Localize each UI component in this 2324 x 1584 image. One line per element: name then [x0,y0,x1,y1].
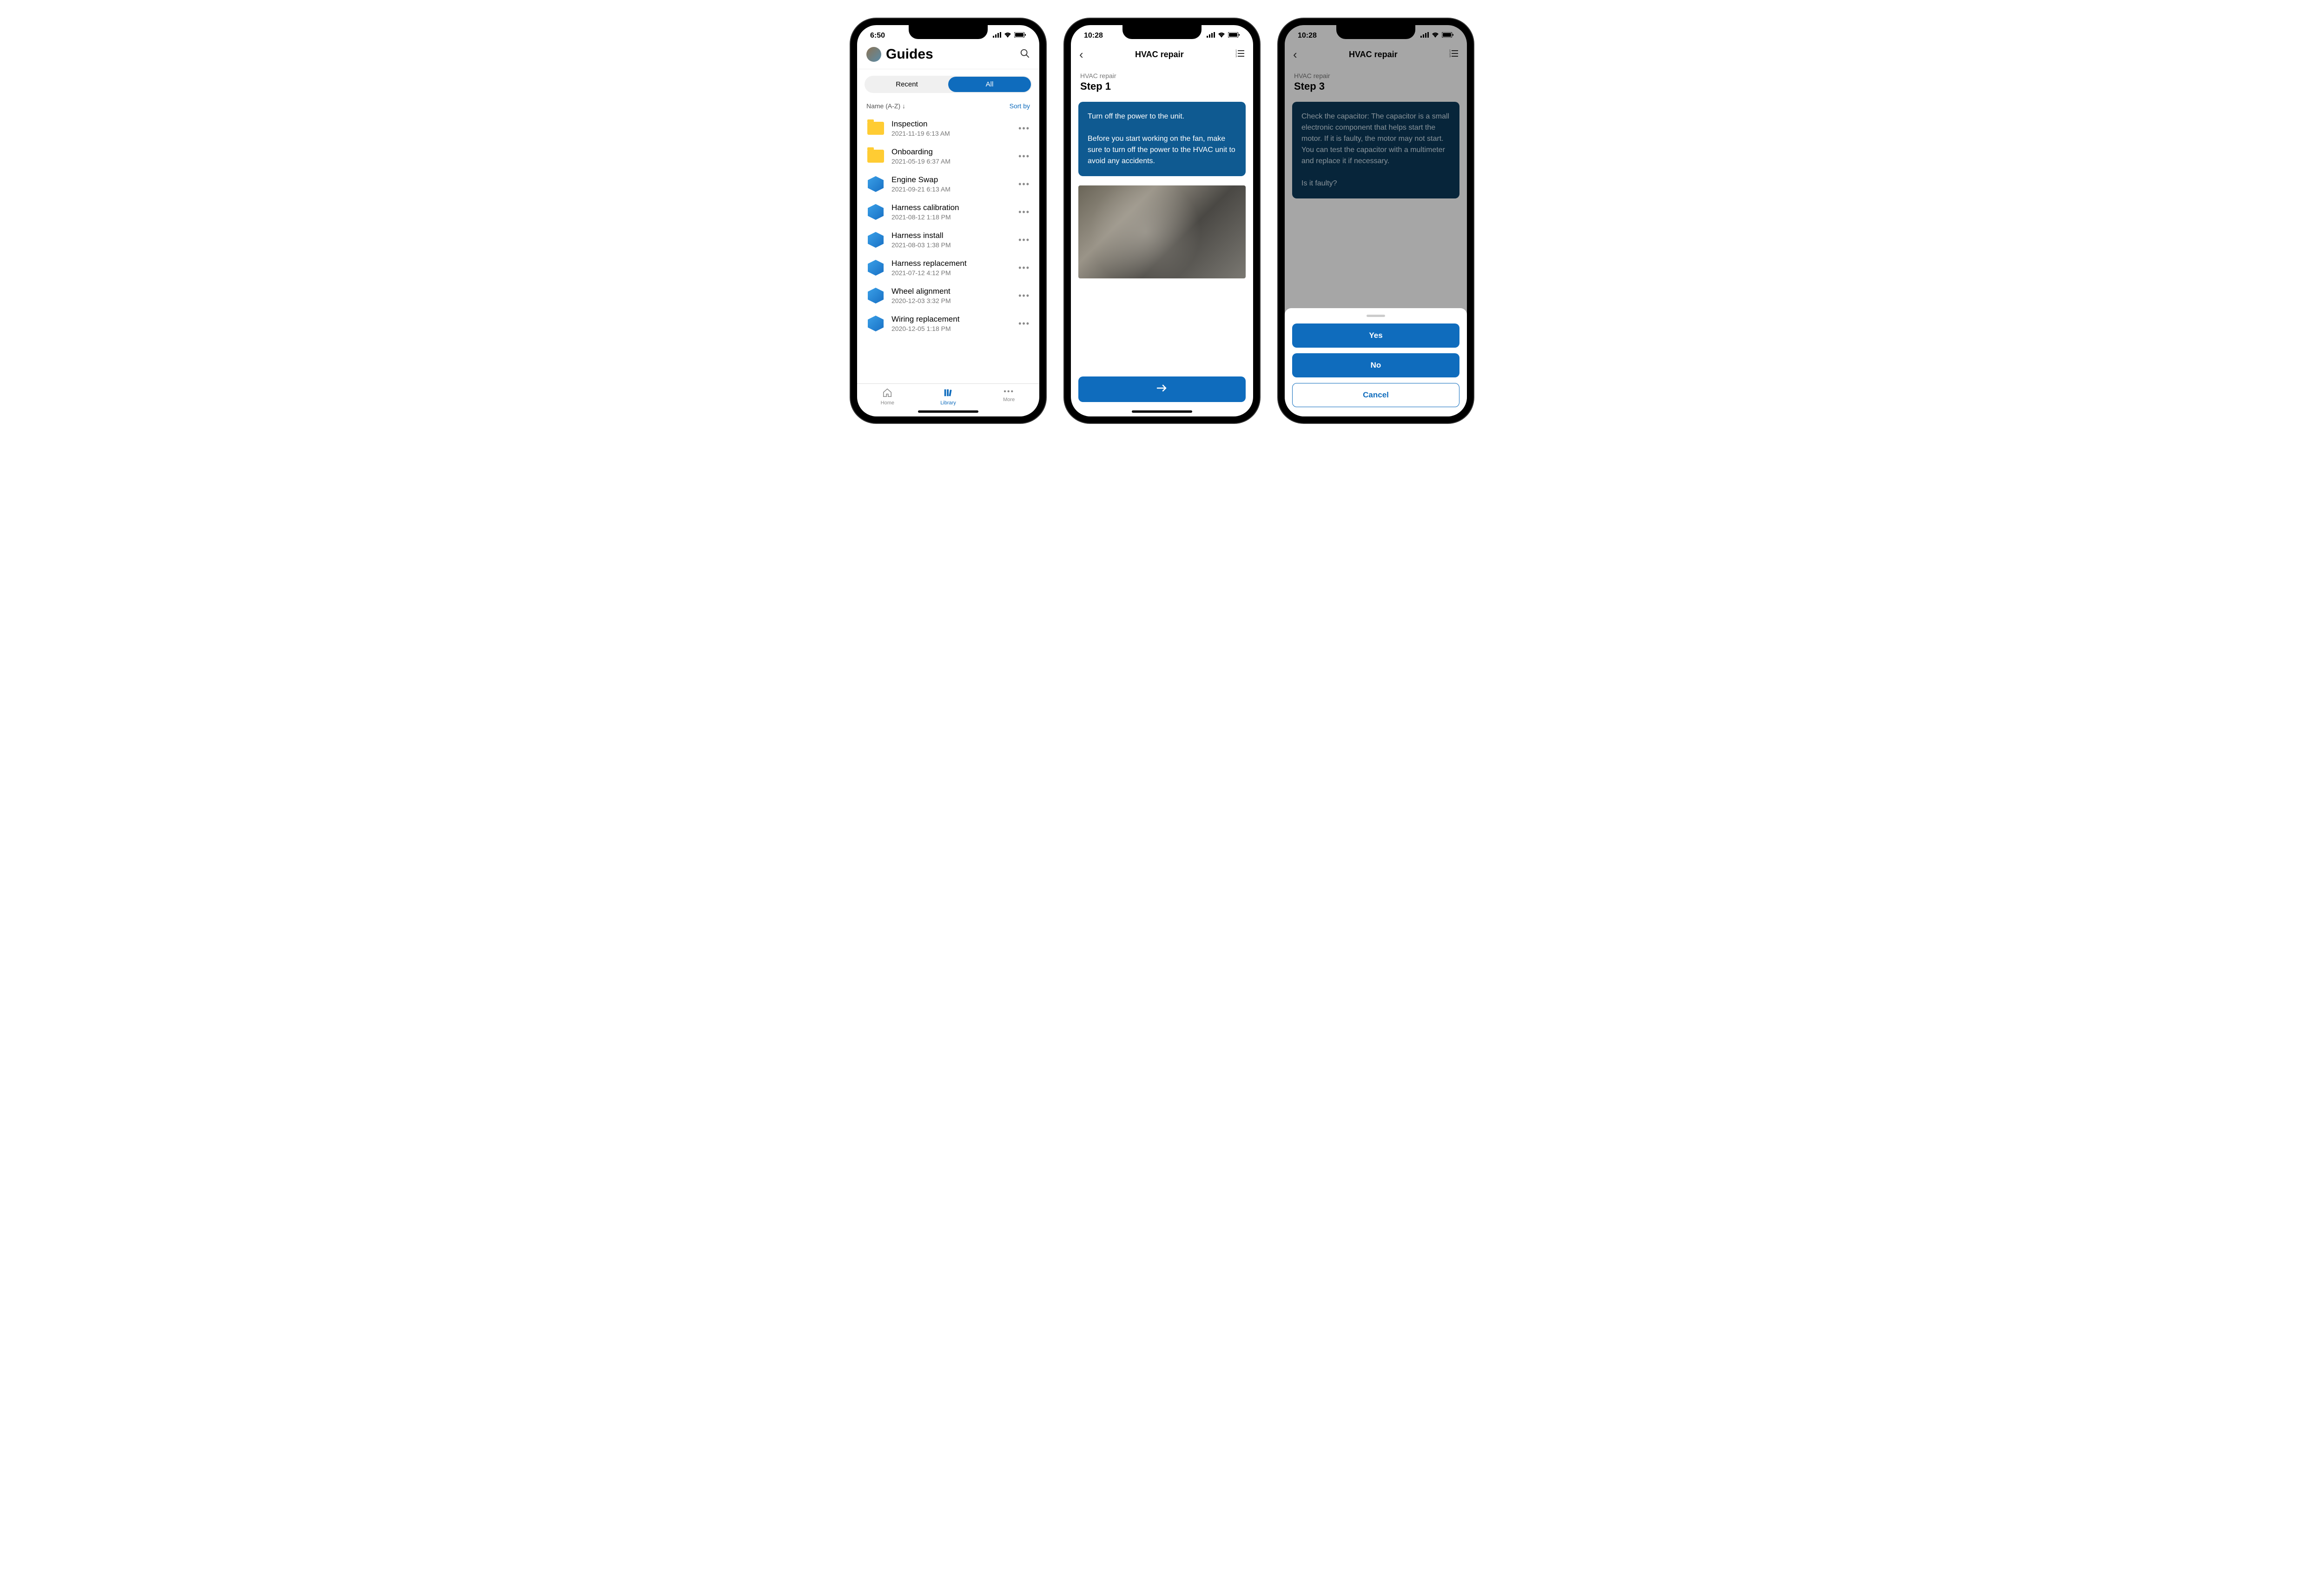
item-more-icon[interactable]: ••• [1018,152,1030,161]
item-more-icon[interactable]: ••• [1018,124,1030,133]
item-date: 2020-12-05 1:18 PM [891,325,1012,332]
tab-all[interactable]: All [948,77,1031,92]
nav-more[interactable]: ••• More [978,388,1039,406]
item-date: 2021-11-19 6:13 AM [891,130,1012,137]
step-number: Step 1 [1080,80,1244,92]
folder-icon [867,150,884,163]
nav-label: More [1003,397,1015,403]
item-title: Wiring replacement [891,315,1012,324]
folder-icon [867,122,884,135]
phone-step-1: 10:28 ‹ HVAC repair 123 HVAC repair Step… [1064,19,1260,423]
wifi-icon [1004,32,1011,40]
item-date: 2021-07-12 4:12 PM [891,269,1012,277]
item-date: 2021-08-12 1:18 PM [891,213,1012,221]
guide-icon [868,204,884,220]
battery-icon [1228,32,1240,40]
home-icon [882,388,892,399]
more-icon: ••• [1004,388,1014,396]
guide-icon [868,288,884,304]
svg-text:3: 3 [1235,55,1237,58]
bottom-nav: Home Library ••• More [857,383,1039,409]
step-title-block: HVAC repair Step 1 [1071,66,1253,99]
status-time: 6:50 [870,32,885,40]
step-header-bar: ‹ HVAC repair 123 [1071,43,1253,66]
avatar[interactable] [866,47,881,62]
status-icons [1207,32,1240,40]
home-indicator[interactable] [1132,410,1192,413]
sort-by-button[interactable]: Sort by [1010,102,1030,110]
item-title: Harness replacement [891,259,1012,268]
cellular-icon [1207,32,1215,40]
wifi-icon [1218,32,1225,40]
item-more-icon[interactable]: ••• [1018,207,1030,217]
arrow-right-icon [1156,386,1168,394]
list-item[interactable]: Harness install 2021-08-03 1:38 PM ••• [857,226,1039,254]
nav-library[interactable]: Library [918,388,979,406]
nav-home[interactable]: Home [857,388,918,406]
item-more-icon[interactable]: ••• [1018,263,1030,273]
sheet-grabber[interactable] [1367,315,1385,317]
item-more-icon[interactable]: ••• [1018,319,1030,329]
item-date: 2021-09-21 6:13 AM [891,185,1012,193]
phone-step-3-modal: 10:28 ‹ HVAC repair 123 HVAC repair Step… [1278,19,1473,423]
item-title: Inspection [891,119,1012,129]
action-sheet: Yes No Cancel [1285,308,1467,416]
battery-icon [1014,32,1026,40]
item-date: 2021-05-19 6:37 AM [891,158,1012,165]
page-header: Guides [857,43,1039,69]
list-item[interactable]: Wheel alignment 2020-12-03 3:32 PM ••• [857,282,1039,310]
next-step-button[interactable] [1078,376,1246,402]
item-title: Onboarding [891,147,1012,157]
header-title: HVAC repair [1090,50,1229,59]
cancel-button[interactable]: Cancel [1292,383,1459,407]
guide-icon [868,232,884,248]
item-title: Engine Swap [891,175,1012,185]
guides-list[interactable]: Inspection 2021-11-19 6:13 AM ••• Onboar… [857,114,1039,383]
yes-button[interactable]: Yes [1292,323,1459,348]
library-icon [943,388,953,399]
item-title: Wheel alignment [891,287,1012,296]
guide-icon [868,260,884,276]
item-title: Harness calibration [891,203,1012,212]
guide-icon [868,176,884,192]
cellular-icon [993,32,1001,40]
sort-label: Name (A-Z) ↓ [866,102,905,110]
item-more-icon[interactable]: ••• [1018,179,1030,189]
sort-row: Name (A-Z) ↓ Sort by [857,99,1039,114]
page-title: Guides [886,46,1015,62]
list-item[interactable]: Engine Swap 2021-09-21 6:13 AM ••• [857,170,1039,198]
list-item[interactable]: Harness replacement 2021-07-12 4:12 PM •… [857,254,1039,282]
item-date: 2021-08-03 1:38 PM [891,241,1012,249]
instruction-card: Turn off the power to the unit. Before y… [1078,102,1246,176]
search-icon[interactable] [1020,48,1030,61]
tab-segment: Recent All [865,76,1032,93]
no-button[interactable]: No [1292,353,1459,377]
tab-recent[interactable]: Recent [865,77,948,92]
nav-label: Home [881,400,894,406]
list-item[interactable]: Onboarding 2021-05-19 6:37 AM ••• [857,142,1039,170]
status-time: 10:28 [1084,32,1103,40]
phone-guides-list: 6:50 Guides Recent All [851,19,1046,423]
item-title: Harness install [891,231,1012,240]
list-item[interactable]: Harness calibration 2021-08-12 1:18 PM •… [857,198,1039,226]
steps-list-icon[interactable]: 123 [1235,49,1245,60]
step-subtitle: HVAC repair [1080,72,1244,79]
status-icons [993,32,1026,40]
item-more-icon[interactable]: ••• [1018,235,1030,245]
list-item[interactable]: Wiring replacement 2020-12-05 1:18 PM ••… [857,310,1039,337]
home-indicator[interactable] [918,410,978,413]
item-more-icon[interactable]: ••• [1018,291,1030,301]
nav-label: Library [940,400,956,406]
guide-icon [868,316,884,331]
back-button[interactable]: ‹ [1079,47,1083,62]
item-date: 2020-12-03 3:32 PM [891,297,1012,304]
list-item[interactable]: Inspection 2021-11-19 6:13 AM ••• [857,114,1039,142]
step-image[interactable] [1078,185,1246,278]
